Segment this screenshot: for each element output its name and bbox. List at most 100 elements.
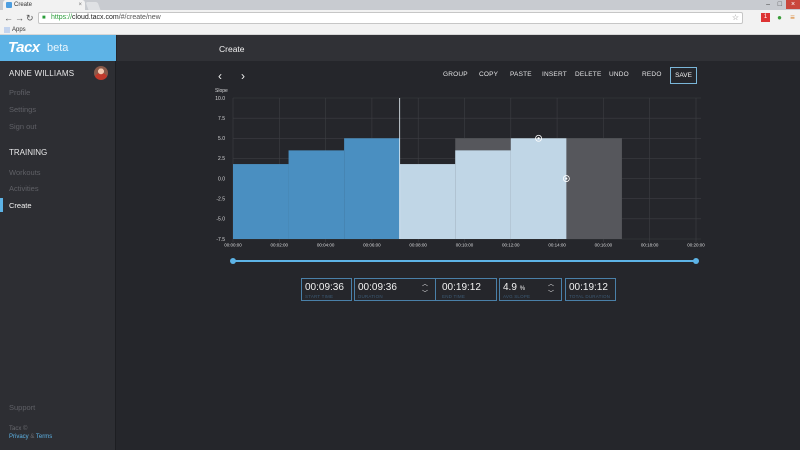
footer-brand: Tacx ©	[9, 426, 28, 432]
selected-slope-segment	[455, 150, 511, 239]
sidebar-item-profile[interactable]: Profile	[9, 88, 30, 97]
y-tick-label: 2.5	[218, 156, 225, 162]
range-slider-end-handle[interactable]	[693, 258, 699, 264]
y-axis-label: Slope	[215, 88, 228, 94]
total-duration-value: 00:19:12	[569, 282, 608, 293]
x-tick-label: 00:06:00	[363, 243, 381, 248]
duration-value: 00:09:36	[358, 282, 397, 293]
sidebar-item-support[interactable]: Support	[9, 403, 35, 412]
y-tick-label: -2.5	[216, 197, 225, 203]
slope-decrement-icon[interactable]: ﹀	[547, 290, 555, 298]
tab-title: Create	[14, 2, 33, 8]
page-header: Create	[117, 35, 800, 61]
slope-segment	[288, 150, 345, 239]
bookmark-star-icon[interactable]: ☆	[732, 13, 739, 23]
avg-slope-field[interactable]: 4.9 % AVG SLOPE ︿ ﹀	[499, 278, 562, 301]
duration-increment-icon[interactable]: ︿	[421, 281, 429, 289]
end-time-value: 00:19:12	[442, 282, 481, 293]
footer-links: Privacy & Terms	[9, 434, 52, 440]
footer-amp: &	[30, 434, 35, 440]
user-name: ANNE WILLIAMS	[9, 69, 75, 78]
terms-link[interactable]: Terms	[36, 434, 52, 440]
reload-icon[interactable]: ↻	[26, 13, 34, 23]
brand-header[interactable]: Tacx beta	[0, 35, 116, 61]
selected-slope-segment	[510, 138, 567, 239]
move-handle-icon-dot	[537, 137, 540, 140]
app-shell: Tacx beta ANNE WILLIAMS Profile Settings…	[0, 35, 800, 450]
back-icon[interactable]: ←	[4, 13, 13, 23]
end-time-label: END TIME	[442, 294, 466, 299]
start-time-label: START TIME	[305, 294, 334, 299]
y-tick-label: 10.0	[215, 96, 225, 102]
tacx-logo: Tacx	[8, 39, 40, 56]
x-tick-label: 00:04:00	[317, 243, 335, 248]
slope-profile-chart[interactable]: Slope10.07.55.02.50.0-2.5-5.0-7.500:00:0…	[117, 61, 800, 256]
slope-segment	[344, 138, 400, 239]
bookmark-apps[interactable]: Apps	[12, 27, 26, 33]
selected-slope-segment	[399, 164, 456, 239]
y-tick-label: 7.5	[218, 116, 225, 122]
range-slider-start-handle[interactable]	[230, 258, 236, 264]
x-tick-label: 00:14:00	[548, 243, 566, 248]
browser-tab-strip: Create × – □ ×	[0, 0, 800, 10]
page-title: Create	[219, 44, 245, 54]
duration-decrement-icon[interactable]: ﹀	[421, 290, 429, 298]
slope-segment	[233, 164, 289, 239]
privacy-link[interactable]: Privacy	[9, 434, 29, 440]
resize-handle-icon-dot	[565, 177, 568, 180]
x-tick-label: 00:10:00	[456, 243, 474, 248]
avg-slope-value: 4.9 %	[503, 282, 525, 293]
create-workspace: ‹ › GROUP COPY PASTE INSERT DELETE UNDO …	[117, 61, 800, 450]
browser-toolbar: ← → ↻ ■ https://cloud.tacx.com/#/create/…	[0, 10, 800, 26]
y-tick-label: 0.0	[218, 176, 225, 182]
address-bar[interactable]: ■ https://cloud.tacx.com/#/create/new ☆	[38, 12, 743, 24]
training-section-header: TRAINING	[9, 148, 48, 157]
avatar[interactable]	[94, 66, 108, 80]
sidebar: Tacx beta ANNE WILLIAMS Profile Settings…	[0, 35, 116, 450]
lock-icon: ■	[42, 15, 46, 21]
sidebar-item-create[interactable]: Create	[0, 198, 116, 212]
start-time-field[interactable]: 00:09:36 START TIME	[301, 278, 352, 301]
x-tick-label: 00:02:00	[271, 243, 289, 248]
sidebar-item-activities[interactable]: Activities	[9, 184, 39, 193]
active-indicator	[0, 198, 3, 212]
y-tick-label: 5.0	[218, 136, 225, 142]
sidebar-item-sign-out[interactable]: Sign out	[9, 122, 37, 131]
x-tick-label: 00:18:00	[641, 243, 659, 248]
total-duration-field: 00:19:12 TOTAL DURATION	[565, 278, 616, 301]
forward-icon[interactable]: →	[15, 13, 24, 23]
url-path: /#/create/new	[118, 14, 161, 21]
extension-shield-icon[interactable]: ●	[775, 13, 784, 22]
tab-close-icon[interactable]: ×	[78, 0, 82, 10]
minimize-icon[interactable]: –	[766, 0, 770, 9]
slope-increment-icon[interactable]: ︿	[547, 281, 555, 289]
menu-icon[interactable]: ≡	[788, 13, 797, 22]
maximize-icon[interactable]: □	[778, 0, 782, 9]
avg-slope-label: AVG SLOPE	[503, 294, 531, 299]
window-close-icon[interactable]: ×	[786, 0, 800, 9]
url-scheme: https://	[51, 14, 73, 21]
x-tick-label: 00:16:00	[595, 243, 613, 248]
tacx-favicon-icon	[6, 2, 12, 8]
sidebar-item-settings[interactable]: Settings	[9, 105, 36, 114]
sidebar-item-workouts[interactable]: Workouts	[9, 168, 41, 177]
total-duration-label: TOTAL DURATION	[569, 294, 611, 299]
y-tick-label: -5.0	[216, 217, 225, 223]
duration-label: DURATION	[358, 294, 383, 299]
avg-slope-number: 4.9	[503, 282, 517, 293]
browser-tab[interactable]: Create ×	[3, 0, 85, 10]
duration-endtime-field[interactable]: 00:09:36 DURATION ︿ ﹀ 00:19:12 END TIME	[354, 278, 497, 301]
x-tick-label: 00:12:00	[502, 243, 520, 248]
new-tab-button[interactable]	[85, 2, 101, 10]
avg-slope-unit: %	[519, 286, 526, 292]
apps-grid-icon	[4, 27, 10, 33]
sidebar-item-create-label: Create	[9, 201, 32, 210]
range-slider-track[interactable]	[233, 260, 696, 262]
x-tick-label: 00:00:00	[224, 243, 242, 248]
bookmarks-bar: Apps	[0, 26, 800, 35]
extension-badge-icon[interactable]: 1	[761, 13, 770, 22]
x-tick-label: 00:08:00	[409, 243, 427, 248]
beta-label: beta	[47, 42, 69, 54]
start-time-value: 00:09:36	[305, 282, 344, 293]
x-tick-label: 00:20:00	[687, 243, 705, 248]
